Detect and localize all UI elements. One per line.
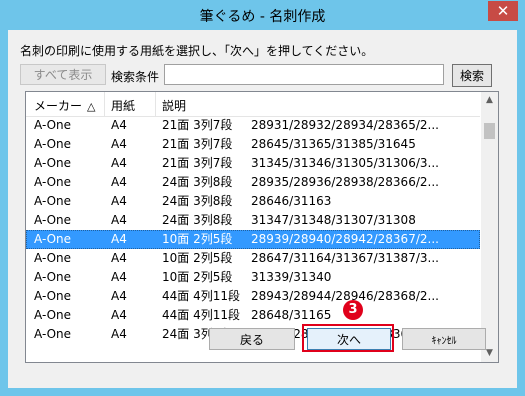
cell-maker: A-One	[34, 289, 72, 303]
cell-maker: A-One	[34, 251, 72, 265]
cell-paper-size: A4	[111, 175, 127, 189]
cell-layout: 24面 3列8段	[162, 194, 233, 208]
table-row[interactable]: A-One A4 10面 2列5段 28939/28940/28942/28367/2…	[26, 230, 480, 249]
cell-layout: 21面 3列7段	[162, 156, 233, 170]
table-row[interactable]: A-One A4 44面 4列11段 28943/28944/28946/28368/…	[26, 287, 480, 306]
cell-maker: A-One	[34, 213, 72, 227]
cell-paper-size: A4	[111, 118, 127, 132]
search-button[interactable]: 検索	[452, 64, 492, 87]
table-row[interactable]: A-One A4 21面 3列7段 28645/31365/31385/31645	[26, 135, 480, 154]
instruction-text: 名刺の印刷に使用する用紙を選択し、「次へ」を押してください。	[20, 44, 374, 58]
cell-paper-size: A4	[111, 270, 127, 284]
cell-maker: A-One	[34, 308, 72, 322]
list-header: メーカー △ 用紙 説明	[26, 92, 480, 117]
cell-maker: A-One	[34, 137, 72, 151]
cell-paper-size: A4	[111, 327, 127, 341]
column-header-maker[interactable]: メーカー △	[34, 97, 95, 114]
cell-maker: A-One	[34, 270, 72, 284]
cell-product-numbers: 28645/31365/31385/31645	[251, 137, 416, 151]
callout-step-number: 3	[343, 300, 363, 320]
vertical-scrollbar[interactable]: ▲ ▼	[481, 92, 498, 362]
column-separator[interactable]	[104, 92, 105, 116]
paper-list[interactable]: メーカー △ 用紙 説明 A-One A4 21面 3列7段 28931/28932/2…	[25, 91, 499, 363]
cell-product-numbers: 28647/31164/31367/31387/3...	[251, 251, 439, 265]
table-row[interactable]: A-One A4 21面 3列7段 28931/28932/28934/28365/2…	[26, 116, 480, 135]
search-input[interactable]	[164, 64, 444, 85]
sort-ascending-icon: △	[87, 100, 96, 113]
cell-maker: A-One	[34, 156, 72, 170]
cell-paper-size: A4	[111, 137, 127, 151]
cell-layout: 10面 2列5段	[162, 270, 233, 284]
cell-paper-size: A4	[111, 308, 127, 322]
cell-product-numbers: 28935/28936/28938/28366/2...	[251, 175, 439, 189]
cell-layout: 24面 3列8段	[162, 213, 233, 227]
scrollbar-thumb[interactable]	[484, 123, 495, 139]
window-title: 筆ぐるめ - 名刺作成	[199, 9, 326, 25]
cell-maker: A-One	[34, 175, 72, 189]
table-row[interactable]: A-One A4 24面 3列8段 28935/28936/28938/28366/2…	[26, 173, 480, 192]
cell-product-numbers: 28648/31165	[251, 308, 332, 322]
scroll-up-arrow-icon[interactable]: ▲	[481, 92, 498, 109]
back-button[interactable]: 戻る	[209, 328, 295, 350]
column-header-maker-label: メーカー	[34, 99, 83, 113]
cell-product-numbers: 28939/28940/28942/28367/2...	[251, 232, 439, 246]
table-row[interactable]: A-One A4 21面 3列7段 31345/31346/31305/31306/3…	[26, 154, 480, 173]
column-header-paper[interactable]: 用紙	[111, 97, 135, 114]
cell-paper-size: A4	[111, 232, 127, 246]
cell-product-numbers: 28931/28932/28934/28365/2...	[251, 118, 439, 132]
table-row[interactable]: A-One A4 44面 4列11段 28648/31165	[26, 306, 480, 325]
table-row[interactable]: A-One A4 24面 3列8段 31347/31348/31307/31308	[26, 211, 480, 230]
cell-layout: 24面 3列8段	[162, 175, 233, 189]
title-bar[interactable]: 筆ぐるめ - 名刺作成 ✕	[0, 0, 525, 30]
cell-maker: A-One	[34, 194, 72, 208]
list-rows: A-One A4 21面 3列7段 28931/28932/28934/28365/2…	[26, 116, 480, 362]
cell-paper-size: A4	[111, 213, 127, 227]
table-row[interactable]: A-One A4 10面 2列5段 31339/31340	[26, 268, 480, 287]
column-header-description[interactable]: 説明	[162, 97, 186, 114]
cancel-button[interactable]: ｷｬﾝｾﾙ	[402, 328, 486, 350]
cell-maker: A-One	[34, 232, 72, 246]
cell-paper-size: A4	[111, 289, 127, 303]
search-condition-label: 検索条件	[111, 70, 160, 84]
table-row[interactable]: A-One A4 10面 2列5段 28647/31164/31367/31387/3…	[26, 249, 480, 268]
cell-paper-size: A4	[111, 251, 127, 265]
next-button[interactable]: 次へ	[307, 328, 391, 350]
show-all-button[interactable]: すべて表示	[20, 64, 106, 85]
cell-layout: 10面 2列5段	[162, 232, 233, 246]
cell-layout: 44面 4列11段	[162, 289, 240, 303]
cell-maker: A-One	[34, 118, 72, 132]
cell-product-numbers: 31339/31340	[251, 270, 332, 284]
cell-product-numbers: 31345/31346/31305/31306/3...	[251, 156, 439, 170]
table-row[interactable]: A-One A4 24面 3列8段 28646/31163	[26, 192, 480, 211]
cell-maker: A-One	[34, 327, 72, 341]
cell-layout: 44面 4列11段	[162, 308, 240, 322]
cell-layout: 21面 3列7段	[162, 137, 233, 151]
close-button[interactable]: ✕	[488, 1, 518, 21]
cell-paper-size: A4	[111, 156, 127, 170]
dialog-window: 筆ぐるめ - 名刺作成 ✕ 名刺の印刷に使用する用紙を選択し、「次へ」を押してく…	[0, 0, 525, 396]
cell-layout: 10面 2列5段	[162, 251, 233, 265]
column-separator[interactable]	[155, 92, 156, 116]
cell-product-numbers: 28646/31163	[251, 194, 332, 208]
cell-product-numbers: 31347/31348/31307/31308	[251, 213, 416, 227]
cell-layout: 21面 3列7段	[162, 118, 233, 132]
cell-paper-size: A4	[111, 194, 127, 208]
